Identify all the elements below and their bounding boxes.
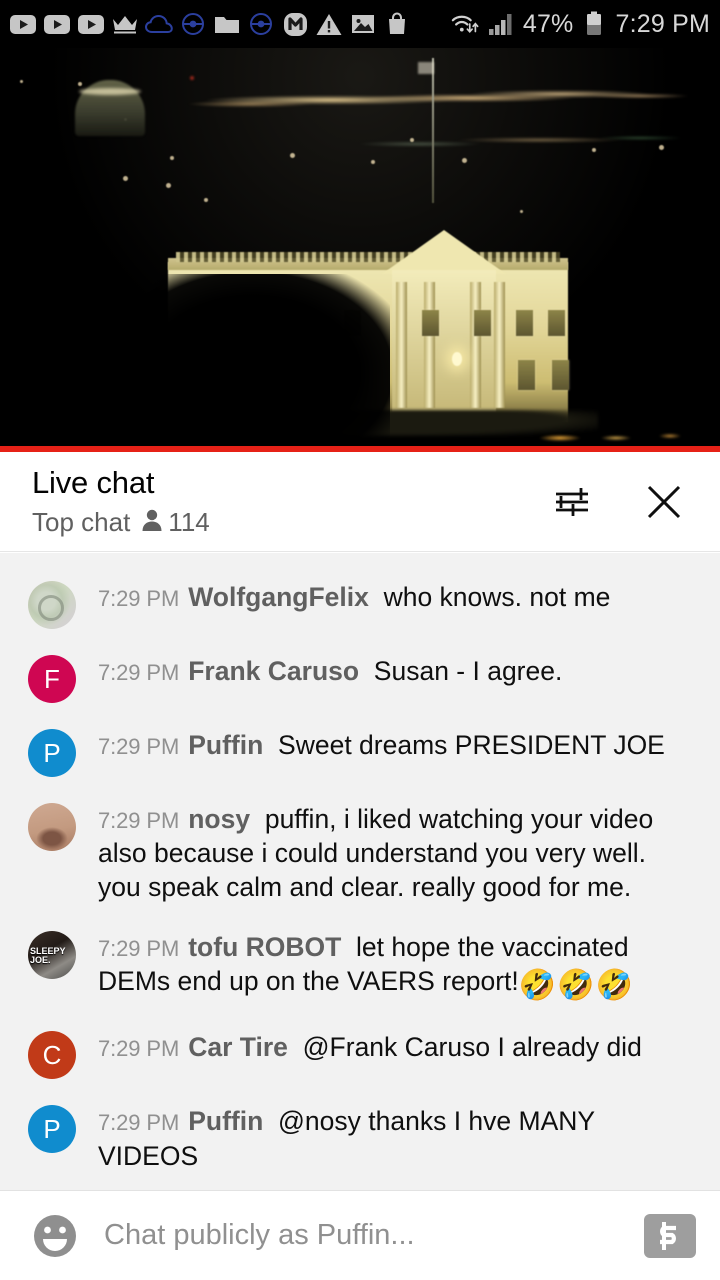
chat-message-body: 7:29 PM WolfgangFelix who knows. not me — [98, 579, 610, 614]
warning-triangle-icon — [314, 9, 344, 39]
avatar-letter: P — [43, 737, 61, 768]
avatar[interactable]: P — [28, 729, 76, 777]
message-timestamp: 7:29 PM — [98, 935, 180, 961]
message-author[interactable]: tofu ROBOT — [188, 932, 341, 962]
status-bar: 47% 7:29 PM — [0, 0, 720, 48]
message-author[interactable]: Puffin — [188, 730, 263, 760]
chat-message-row[interactable]: 7:29 PM WolfgangFelix who knows. not me — [0, 567, 720, 641]
avatar[interactable]: C — [28, 1031, 76, 1080]
flag — [418, 62, 434, 74]
chat-input[interactable] — [104, 1219, 634, 1252]
status-bar-clock: 7:29 PM — [615, 9, 710, 38]
chat-subheader: Top chat 114 — [32, 507, 548, 538]
viewer-count: 114 — [168, 507, 210, 538]
foreground-tree — [140, 274, 390, 452]
chat-message-row[interactable]: P 7:29 PM Puffin @nosy thanks I hve MANY … — [0, 1091, 720, 1184]
m-badge-icon — [280, 9, 310, 39]
avatar[interactable]: SLEEPY JOE. — [28, 930, 76, 979]
status-bar-notification-icons — [8, 9, 451, 39]
message-timestamp: 7:29 PM — [98, 586, 180, 611]
chat-mode-label[interactable]: Top chat — [32, 507, 130, 538]
message-timestamp: 7:29 PM — [98, 1036, 180, 1062]
message-text: @Frank Caruso I already did — [302, 1032, 642, 1063]
live-chat-message-list[interactable]: 7:29 PM WolfgangFelix who knows. not me F… — [0, 553, 720, 1190]
message-timestamp: 7:29 PM — [98, 808, 180, 833]
chat-message-row[interactable]: SLEEPY JOE. 7:29 PM tofu ROBOT let hope t… — [0, 917, 720, 1018]
chat-message-body: 7:29 PM nosy puffin, i liked watching you… — [98, 801, 694, 905]
chat-message-row[interactable]: F 7:29 PM Frank Caruso Susan - I agree. — [0, 641, 720, 715]
portico-lamp — [452, 352, 462, 366]
live-chat-header: Live chat Top chat 114 — [0, 452, 720, 552]
battery-icon — [579, 9, 609, 39]
cellular-signal-icon — [487, 9, 517, 39]
page-title: Live chat — [32, 464, 155, 500]
chat-message-row[interactable]: C 7:29 PM Car Tire @Frank Caruso I alread… — [0, 1017, 720, 1091]
shopping-bag-icon — [382, 9, 412, 39]
chat-header-actions — [548, 478, 698, 526]
pokeball-icon — [178, 9, 208, 39]
message-text: who knows. not me — [383, 582, 611, 612]
message-text: Sweet dreams PRESIDENT JOE — [278, 730, 665, 760]
chat-message-body: 7:29 PM tofu ROBOT let hope the vaccinate… — [98, 929, 694, 1006]
avatar-letter: C — [42, 1039, 62, 1070]
message-author[interactable]: nosy — [188, 804, 250, 834]
dollar-bill-icon[interactable] — [644, 1213, 696, 1258]
image-icon — [348, 9, 378, 39]
message-timestamp: 7:29 PM — [98, 734, 180, 759]
status-bar-system-icons: 47% 7:29 PM — [451, 9, 710, 39]
message-text: Susan - I agree. — [373, 656, 563, 686]
chat-message-row[interactable]: P 7:29 PM Puffin Sweet dreams PRESIDENT J… — [0, 715, 720, 789]
youtube-icon — [76, 9, 106, 39]
ground-lights — [520, 430, 720, 446]
avatar[interactable] — [28, 803, 76, 851]
message-timestamp: 7:29 PM — [98, 1110, 180, 1136]
emoji-face-icon[interactable] — [28, 1209, 82, 1263]
message-emoji: 🤣🤣🤣 — [518, 968, 634, 1002]
chat-message-body: 7:29 PM Frank Caruso Susan - I agree. — [98, 653, 562, 688]
message-author[interactable]: Puffin — [188, 1106, 263, 1136]
person-icon — [140, 507, 164, 538]
close-icon[interactable] — [640, 478, 688, 526]
youtube-live-chat-screen: 47% 7:29 PM Live chat Top chat 114 7:29 … — [0, 0, 720, 1280]
message-timestamp: 7:29 PM — [98, 660, 180, 685]
avatar[interactable]: F — [28, 655, 76, 703]
chat-composer — [0, 1190, 720, 1280]
jefferson-memorial — [75, 80, 145, 136]
live-video-player[interactable] — [0, 48, 720, 452]
message-author[interactable]: Car Tire — [188, 1032, 288, 1062]
message-author[interactable]: Frank Caruso — [188, 656, 359, 686]
white-house-pediment — [382, 230, 506, 274]
chat-message-body: 7:29 PM Puffin @nosy thanks I hve MANY VI… — [98, 1103, 694, 1172]
youtube-icon — [8, 9, 38, 39]
crown-icon — [110, 9, 140, 39]
viewer-count-group: 114 — [140, 507, 210, 538]
message-text: puffin, i liked watching your video also… — [98, 804, 654, 903]
avatar-letter: P — [43, 1113, 61, 1144]
avatar-letter: F — [44, 663, 60, 694]
flag-pole — [432, 58, 434, 203]
avatar[interactable]: P — [28, 1105, 76, 1154]
avatar[interactable] — [28, 581, 76, 629]
battery-percent: 47% — [522, 9, 574, 38]
avatar-overlay-text: SLEEPY JOE. — [30, 945, 66, 965]
youtube-icon — [42, 9, 72, 39]
pokeball-icon — [246, 9, 276, 39]
chat-message-body: 7:29 PM Car Tire @Frank Caruso I already … — [98, 1029, 642, 1064]
cloud-icon — [144, 9, 174, 39]
wifi-icon — [451, 9, 481, 39]
folder-icon — [212, 9, 242, 39]
chat-message-row[interactable]: 7:29 PM nosy puffin, i liked watching you… — [0, 789, 720, 917]
chat-header-titles: Live chat Top chat 114 — [32, 465, 548, 539]
chat-message-body: 7:29 PM Puffin Sweet dreams PRESIDENT JOE — [98, 727, 665, 762]
message-author[interactable]: WolfgangFelix — [188, 582, 369, 612]
chat-settings-icon[interactable] — [548, 478, 596, 526]
